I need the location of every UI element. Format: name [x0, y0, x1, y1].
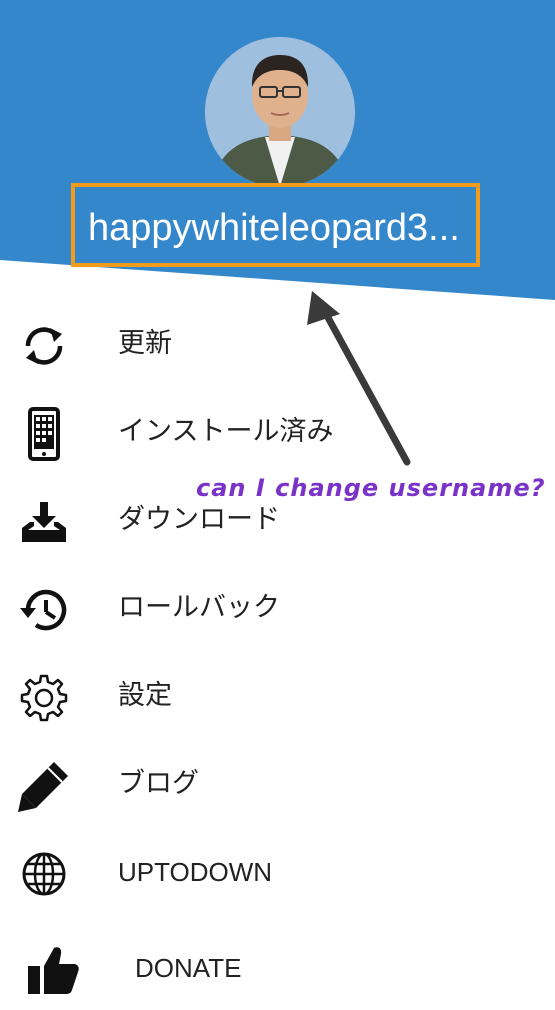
navigation-drawer: happywhiteleopard3... can I change usern…	[0, 0, 555, 1010]
menu-item-label: 設定	[118, 680, 172, 711]
menu-item-label: ブログ	[118, 768, 199, 799]
history-rollback-icon	[14, 580, 74, 640]
menu-item-label: DONATE	[135, 953, 242, 983]
menu-item-label: UPTODOWN	[118, 857, 273, 887]
menu-item-label: インストール済み	[118, 416, 334, 447]
avatar-photo	[205, 37, 355, 187]
menu-item-blog[interactable]: ブログ	[0, 744, 555, 824]
phone-installed-icon	[14, 404, 74, 464]
username[interactable]: happywhiteleopard3...	[88, 205, 488, 251]
menu-item-rollback[interactable]: ロールバック	[0, 568, 555, 648]
menu-item-settings[interactable]: 設定	[0, 656, 555, 736]
gear-icon	[14, 668, 74, 728]
globe-icon	[14, 844, 74, 904]
menu-item-uptodown[interactable]: UPTODOWN	[0, 832, 555, 912]
avatar[interactable]	[205, 37, 355, 187]
menu-item-label: 更新	[118, 328, 172, 359]
menu-item-download[interactable]: ダウンロード	[0, 480, 555, 560]
menu-item-installed[interactable]: インストール済み	[0, 392, 555, 472]
pencil-icon	[14, 756, 74, 816]
refresh-icon	[14, 316, 74, 376]
menu-item-donate[interactable]: DONATE	[0, 928, 555, 1008]
thumbs-up-icon	[22, 940, 82, 1000]
menu-item-update[interactable]: 更新	[0, 304, 555, 384]
download-tray-icon	[14, 492, 74, 552]
menu-item-label: ダウンロード	[118, 504, 280, 535]
menu-item-label: ロールバック	[118, 592, 280, 623]
